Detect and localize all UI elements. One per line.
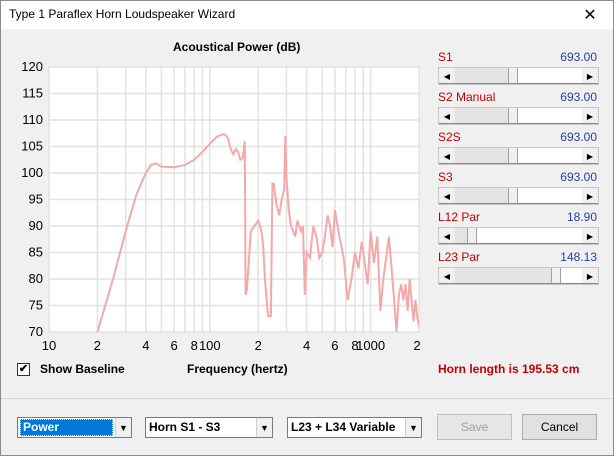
chevron-down-icon[interactable]: ▼ [256,418,272,437]
scrollbar-slider[interactable]: ◀ ▶ [438,107,599,125]
slider-thumb[interactable] [508,108,518,124]
x-tick-label: 6 [171,338,178,353]
x-tick-label: 1000 [356,338,385,353]
slider-groove [439,203,598,204]
scrollbar-slider[interactable]: ◀ ▶ [438,67,599,85]
slider-value: 693.00 [560,90,597,104]
scrollbar-slider[interactable]: ◀ ▶ [438,187,599,205]
slider-value: 693.00 [560,130,597,144]
scrollbar-slider[interactable]: ◀ ▶ [438,147,599,165]
slider-value: 148.13 [560,250,597,264]
slider-thumb[interactable] [508,68,518,84]
show-baseline-label: Show Baseline [40,362,125,376]
show-baseline-checkbox[interactable]: ✔ Show Baseline [17,362,125,376]
separator [1,398,613,399]
y-tick-label: 105 [21,139,43,154]
y-tick-label: 70 [29,324,43,339]
slider-label: L12 Par [438,210,481,224]
title-bar: Type 1 Paraflex Horn Loudspeaker Wizard … [1,1,613,29]
arrow-left-icon[interactable]: ◀ [439,228,455,244]
slider-label: S2S [438,130,461,144]
y-tick-label: 80 [29,271,43,286]
range-select[interactable]: Horn S1 - S3 ▼ [145,417,273,438]
range-select-value: Horn S1 - S3 [149,420,221,434]
slider-track[interactable] [455,188,508,204]
arrow-right-icon[interactable]: ▶ [582,68,598,84]
wizard-window: Type 1 Paraflex Horn Loudspeaker Wizard … [0,0,614,456]
x-tick-label: 100 [199,338,221,353]
cancel-button[interactable]: Cancel [522,414,597,440]
chevron-down-icon[interactable]: ▼ [405,418,421,437]
y-tick-label: 115 [22,86,43,101]
arrow-right-icon[interactable]: ▶ [582,108,598,124]
close-button[interactable]: ✕ [567,1,613,29]
slider-thumb[interactable] [508,188,518,204]
mode-select-value: Power [20,419,113,436]
x-tick-label: 2 [94,338,101,353]
arrow-left-icon[interactable]: ◀ [439,188,455,204]
y-tick-label: 85 [29,245,43,260]
slider-label: S3 [438,170,453,184]
slider-label: L23 Par [438,250,481,264]
arrow-left-icon[interactable]: ◀ [439,268,455,284]
x-tick-label: 2 [255,338,262,353]
arrow-left-icon[interactable]: ◀ [439,68,455,84]
slider-groove [439,163,598,164]
chevron-down-icon[interactable]: ▼ [115,418,131,437]
y-tick-label: 100 [21,165,43,180]
x-tick-label: 10 [42,338,56,353]
slider-groove [439,123,598,124]
slider-thumb[interactable] [467,228,477,244]
scrollbar-slider[interactable]: ◀ ▶ [438,267,599,285]
y-tick-label: 95 [29,192,43,207]
y-tick-label: 110 [22,112,43,127]
arrow-left-icon[interactable]: ◀ [439,108,455,124]
horn-length-text: Horn length is 195.53 cm [438,362,580,376]
y-tick-label: 90 [29,218,43,233]
slider-track[interactable] [455,108,508,124]
slider-label: S2 Manual [438,90,496,104]
mode-select[interactable]: Power ▼ [17,417,132,438]
arrow-right-icon[interactable]: ▶ [582,188,598,204]
x-axis-label: Frequency (hertz) [187,362,288,376]
arrow-right-icon[interactable]: ▶ [582,148,598,164]
save-button[interactable]: Save [437,414,512,440]
slider-track[interactable] [455,268,551,284]
x-tick-label: 4 [142,338,149,353]
slider-thumb[interactable] [508,148,518,164]
slider-groove [439,283,598,284]
arrow-right-icon[interactable]: ▶ [582,228,598,244]
checkbox-mark[interactable]: ✔ [17,362,30,376]
x-tick-label: 8 [191,338,198,353]
y-tick-label: 75 [29,298,43,313]
x-tick-label: 4 [303,338,310,353]
arrow-left-icon[interactable]: ◀ [439,148,455,164]
slider-thumb[interactable] [551,268,561,284]
slider-groove [439,243,598,244]
variable-select[interactable]: L23 + L34 Variable ▼ [287,417,422,438]
power-chart: 70758085909510010511011512010 2 4 6 8 100 2 4 6 8… [21,59,420,353]
arrow-right-icon[interactable]: ▶ [582,268,598,284]
slider-label: S1 [438,50,453,64]
slider-value: 693.00 [560,50,597,64]
slider-value: 18.90 [566,210,597,224]
chart-title: Acoustical Power (dB) [173,40,301,54]
y-tick-label: 120 [21,59,43,74]
slider-track[interactable] [455,228,467,244]
x-tick-label: 2 [413,338,420,353]
slider-track[interactable] [455,68,508,84]
scrollbar-slider[interactable]: ◀ ▶ [438,227,599,245]
variable-select-value: L23 + L34 Variable [291,420,396,434]
slider-value: 693.00 [560,170,597,184]
slider-track[interactable] [455,148,508,164]
window-title: Type 1 Paraflex Horn Loudspeaker Wizard [9,7,236,21]
slider-groove [439,83,598,84]
x-tick-label: 6 [331,338,338,353]
